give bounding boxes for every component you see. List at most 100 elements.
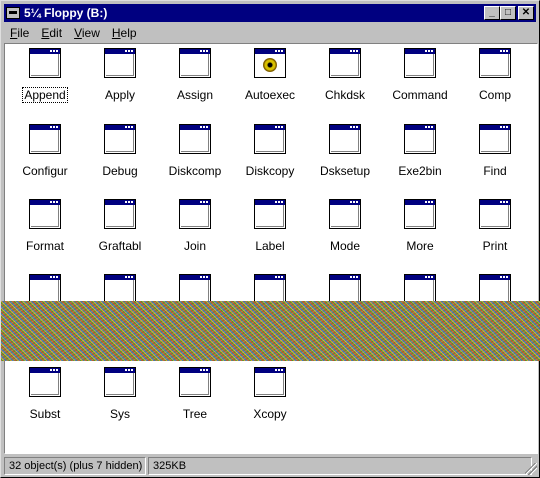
title-buttons: _ □ ✕ xyxy=(484,6,534,20)
window-app-icon xyxy=(404,124,436,154)
window-app-icon xyxy=(179,48,211,78)
file-item[interactable]: Format xyxy=(9,199,81,253)
window-app-icon xyxy=(404,48,436,78)
window-app-icon xyxy=(404,199,436,229)
file-item[interactable]: Mode xyxy=(309,199,381,253)
file-item[interactable]: More xyxy=(384,199,456,253)
file-item[interactable]: Comp xyxy=(459,48,531,102)
minimize-icon: _ xyxy=(489,7,495,18)
file-label: Comp xyxy=(478,88,511,102)
window-app-icon xyxy=(179,199,211,229)
window-app-icon xyxy=(479,124,511,154)
file-item[interactable]: Graftabl xyxy=(84,199,156,253)
batch-gear-icon xyxy=(254,48,286,78)
maximize-button[interactable]: □ xyxy=(500,6,516,20)
file-item[interactable]: Subst xyxy=(9,367,81,421)
minimize-button[interactable]: _ xyxy=(484,6,500,20)
file-label: Xcopy xyxy=(253,407,287,421)
file-label: Tree xyxy=(182,407,208,421)
title-bar[interactable]: 5¼ Floppy (B:) _ □ ✕ xyxy=(4,4,536,22)
file-item[interactable]: Dsksetup xyxy=(309,124,381,178)
file-item[interactable]: Diskcomp xyxy=(159,124,231,178)
window-app-icon xyxy=(254,367,286,397)
window-app-icon xyxy=(29,274,61,304)
window-app-icon xyxy=(479,274,511,304)
menu-file[interactable]: File xyxy=(4,26,35,40)
file-label: Autoexec xyxy=(244,88,296,102)
window-app-icon xyxy=(179,124,211,154)
window-app-icon xyxy=(104,48,136,78)
window-app-icon xyxy=(254,199,286,229)
window-app-icon xyxy=(479,199,511,229)
explorer-window: 5¼ Floppy (B:) _ □ ✕ File Edit View Help… xyxy=(0,0,540,478)
menu-view[interactable]: View xyxy=(68,26,106,40)
file-label: Assign xyxy=(176,88,214,102)
window-app-icon xyxy=(104,199,136,229)
file-label: Command xyxy=(392,88,448,102)
window-app-icon xyxy=(29,48,61,78)
file-label: Dsksetup xyxy=(319,164,371,178)
file-label: Mode xyxy=(329,239,361,253)
file-label: Sys xyxy=(109,407,130,421)
file-item[interactable]: Find xyxy=(459,124,531,178)
close-button[interactable]: ✕ xyxy=(518,6,534,20)
file-item[interactable]: Xcopy xyxy=(234,367,306,421)
window-app-icon xyxy=(104,124,136,154)
window-app-icon xyxy=(254,274,286,304)
file-item[interactable]: Label xyxy=(234,199,306,253)
file-item[interactable]: Tree xyxy=(159,367,231,421)
file-list-pane[interactable]: Append Apply Assign Autoexec Chkdsk Command Co… xyxy=(4,43,538,454)
file-label: Label xyxy=(255,239,285,253)
file-item[interactable]: Debug xyxy=(84,124,156,178)
file-item[interactable]: Append xyxy=(9,48,81,103)
corrupted-image-band xyxy=(1,301,540,361)
file-item[interactable]: Assign xyxy=(159,48,231,102)
resize-grip[interactable] xyxy=(525,463,537,475)
file-label: Configur xyxy=(22,164,68,178)
file-label: Debug xyxy=(102,164,138,178)
file-item[interactable]: Command xyxy=(384,48,456,102)
file-item[interactable]: Join xyxy=(159,199,231,253)
window-app-icon xyxy=(179,274,211,304)
window-app-icon xyxy=(329,48,361,78)
file-item[interactable]: Chkdsk xyxy=(309,48,381,102)
file-item[interactable]: Exe2bin xyxy=(384,124,456,178)
file-label: Print xyxy=(482,239,508,253)
window-title: 5¼ Floppy (B:) xyxy=(24,6,108,20)
file-label: Format xyxy=(25,239,64,253)
file-label: Append xyxy=(22,87,68,103)
menu-help[interactable]: Help xyxy=(106,26,143,40)
window-app-icon xyxy=(29,124,61,154)
window-app-icon xyxy=(104,367,136,397)
close-icon: ✕ xyxy=(521,7,531,18)
file-item[interactable]: Configur xyxy=(9,124,81,178)
status-size: 325KB xyxy=(148,457,532,475)
file-item[interactable]: Sys xyxy=(84,367,156,421)
file-item[interactable]: Print xyxy=(459,199,531,253)
window-app-icon xyxy=(179,367,211,397)
file-label: Subst xyxy=(29,407,61,421)
menu-bar: File Edit View Help xyxy=(4,23,143,42)
window-app-icon xyxy=(329,124,361,154)
window-app-icon xyxy=(29,199,61,229)
menu-edit[interactable]: Edit xyxy=(35,26,68,40)
maximize-icon: □ xyxy=(504,7,512,18)
status-bar: 32 object(s) (plus 7 hidden) 325KB xyxy=(4,457,532,475)
window-app-icon xyxy=(329,274,361,304)
file-label: Apply xyxy=(104,88,136,102)
file-label: Join xyxy=(183,239,206,253)
floppy-drive-icon[interactable] xyxy=(6,7,20,19)
window-app-icon xyxy=(479,48,511,78)
file-label: Exe2bin xyxy=(398,164,442,178)
window-app-icon xyxy=(404,274,436,304)
file-label: Chkdsk xyxy=(324,88,365,102)
file-label: Diskcomp xyxy=(168,164,222,178)
window-app-icon xyxy=(329,199,361,229)
status-object-count: 32 object(s) (plus 7 hidden) xyxy=(4,457,146,475)
file-label: More xyxy=(406,239,434,253)
file-label: Graftabl xyxy=(98,239,142,253)
file-item[interactable]: Apply xyxy=(84,48,156,102)
file-item[interactable]: Diskcopy xyxy=(234,124,306,178)
file-item[interactable]: Autoexec xyxy=(234,48,306,102)
window-app-icon xyxy=(254,124,286,154)
